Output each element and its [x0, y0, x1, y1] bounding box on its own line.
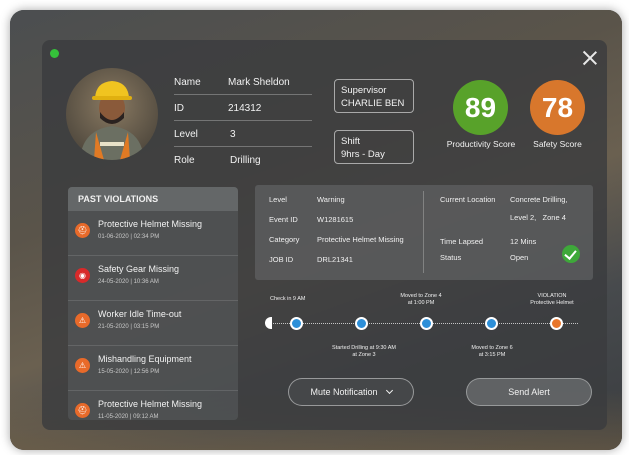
violation-item[interactable]: ⚠ Worker Idle Time-out 21-05-2020 | 03:15 …: [68, 301, 238, 346]
name-label: Name: [174, 77, 201, 88]
timeline-zone6-line1: Moved to Zone 6: [471, 345, 513, 351]
mute-notification-button[interactable]: Mute Notification: [288, 378, 414, 406]
chevron-down-icon: [385, 386, 393, 395]
timeline-zone6-label: Moved to Zone 6 at 3:15 PM: [462, 345, 522, 359]
timeline-dot-zone4[interactable]: [420, 317, 433, 330]
violation-item[interactable]: ⛑ Protective Helmet Missing 01-06-2020 | 0…: [68, 211, 238, 256]
supervisor-label: Supervisor: [341, 85, 387, 96]
violation-title: Protective Helmet Missing: [98, 219, 203, 229]
timeline-drilling-line2: at Zone 3: [352, 352, 376, 358]
supervisor-name: CHARLIE BEN: [341, 98, 405, 109]
productivity-score: 89: [453, 80, 508, 135]
timeline-zone4-line1: Moved to Zone 4: [400, 293, 442, 299]
helmet-icon: ⛑: [75, 223, 90, 238]
worker-detail-modal: Name Mark Sheldon ID 214312 Level 3 Role…: [42, 40, 607, 430]
category-value: Protective Helmet Missing: [317, 235, 404, 244]
safety-score: 78: [530, 80, 585, 135]
helmet-icon: ⛑: [75, 403, 90, 418]
level-label: Level: [174, 129, 198, 140]
violation-date: 21-05-2020 | 03:15 PM: [98, 324, 160, 330]
timeline-check-in-label: Check in 9 AM: [270, 296, 306, 302]
timeline-zone4-line2: at 1:00 PM: [407, 300, 435, 306]
timeline-dot-violation[interactable]: [550, 317, 563, 330]
category-label: Category: [269, 235, 300, 244]
timeline-zone4-label: Moved to Zone 4 at 1:00 PM: [394, 293, 448, 307]
violation-item[interactable]: ⛑ Protective Helmet Missing 11-05-2020 | 0…: [68, 391, 238, 420]
worker-portrait-icon: [80, 81, 144, 160]
timeline-violation-line2: Protective Helmet: [530, 300, 574, 306]
status-value: Open: [510, 253, 529, 262]
incident-details-panel: Level Warning Event ID W1281615 Category…: [255, 185, 593, 280]
violation-title: Protective Helmet Missing: [98, 399, 203, 409]
divider: [174, 120, 312, 121]
productivity-score-label: Productivity Score: [446, 139, 516, 149]
violation-date: 24-05-2020 | 10:36 AM: [98, 279, 159, 285]
role-value: Drilling: [230, 155, 261, 166]
avatar: [66, 68, 158, 160]
job-id-value: DRL21341: [317, 255, 353, 264]
time-lapsed-value: 12 Mins: [510, 237, 537, 246]
timeline-dot-drilling[interactable]: [355, 317, 368, 330]
timeline-violation-label: VIOLATION Protective Helmet: [520, 293, 584, 307]
divider: [423, 191, 424, 273]
status-check-icon: [562, 245, 580, 263]
timeline-zone6-line2: at 3:15 PM: [478, 352, 506, 358]
past-violations-title: PAST VIOLATIONS: [68, 187, 238, 211]
warning-icon: ⚠: [75, 358, 90, 373]
warning-icon: ⚠: [75, 313, 90, 328]
shift-value: 9hrs - Day: [341, 149, 385, 160]
current-location-line1: Concrete Drilling,: [510, 195, 568, 204]
app-window: Name Mark Sheldon ID 214312 Level 3 Role…: [10, 10, 622, 450]
event-id-value: W1281615: [317, 215, 354, 224]
violation-title: Worker Idle Time-out: [98, 309, 182, 319]
supervisor-box: Supervisor CHARLIE BEN: [334, 79, 414, 113]
timeline-start-marker: [265, 317, 272, 329]
shift-box: Shift 9hrs - Day: [334, 130, 414, 164]
safety-score-label: Safety Score: [533, 139, 582, 149]
online-status-dot: [50, 49, 59, 58]
time-lapsed-label: Time Lapsed: [440, 237, 484, 246]
violation-item[interactable]: ◉ Safety Gear Missing 24-05-2020 | 10:36 A…: [68, 256, 238, 301]
role-label: Role: [174, 155, 195, 166]
past-violations-panel: PAST VIOLATIONS ⛑ Protective Helmet Missi…: [68, 187, 238, 420]
goggles-icon: ◉: [75, 268, 90, 283]
shift-label: Shift: [341, 136, 361, 147]
timeline-drilling-label: Started Drilling at 9:30 AM at Zone 3: [326, 345, 402, 359]
violation-title: Safety Gear Missing: [98, 264, 180, 274]
name-value: Mark Sheldon: [228, 77, 290, 88]
event-id-label: Event ID: [269, 215, 298, 224]
violation-title: Mishandling Equipment: [98, 354, 192, 364]
timeline-drilling-line1: Started Drilling at 9:30 AM: [332, 345, 396, 351]
violation-date: 01-06-2020 | 02:34 PM: [98, 234, 160, 240]
incident-level-label: Level: [269, 195, 287, 204]
id-value: 214312: [228, 103, 262, 114]
id-label: ID: [174, 103, 184, 114]
timeline-dot-zone6[interactable]: [485, 317, 498, 330]
current-location-label: Current Location: [440, 195, 496, 204]
send-alert-label: Send Alert: [508, 387, 550, 397]
divider: [174, 146, 312, 147]
current-location-line2: Level 2, Zone 4: [510, 213, 566, 222]
send-alert-button[interactable]: Send Alert: [466, 378, 592, 406]
close-icon[interactable]: [582, 50, 598, 66]
violation-date: 15-05-2020 | 12:56 PM: [98, 369, 160, 375]
timeline-dot-check-in[interactable]: [290, 317, 303, 330]
violation-date: 11-05-2020 | 09:12 AM: [98, 414, 159, 420]
timeline-violation-line1: VIOLATION: [537, 293, 567, 299]
violation-item[interactable]: ⚠ Mishandling Equipment 15-05-2020 | 12:56…: [68, 346, 238, 391]
incident-level-value: Warning: [317, 195, 345, 204]
level-value: 3: [230, 129, 236, 140]
status-label: Status: [440, 253, 462, 262]
divider: [174, 94, 312, 95]
job-id-label: JOB ID: [269, 255, 294, 264]
mute-notification-label: Mute Notification: [310, 387, 378, 397]
